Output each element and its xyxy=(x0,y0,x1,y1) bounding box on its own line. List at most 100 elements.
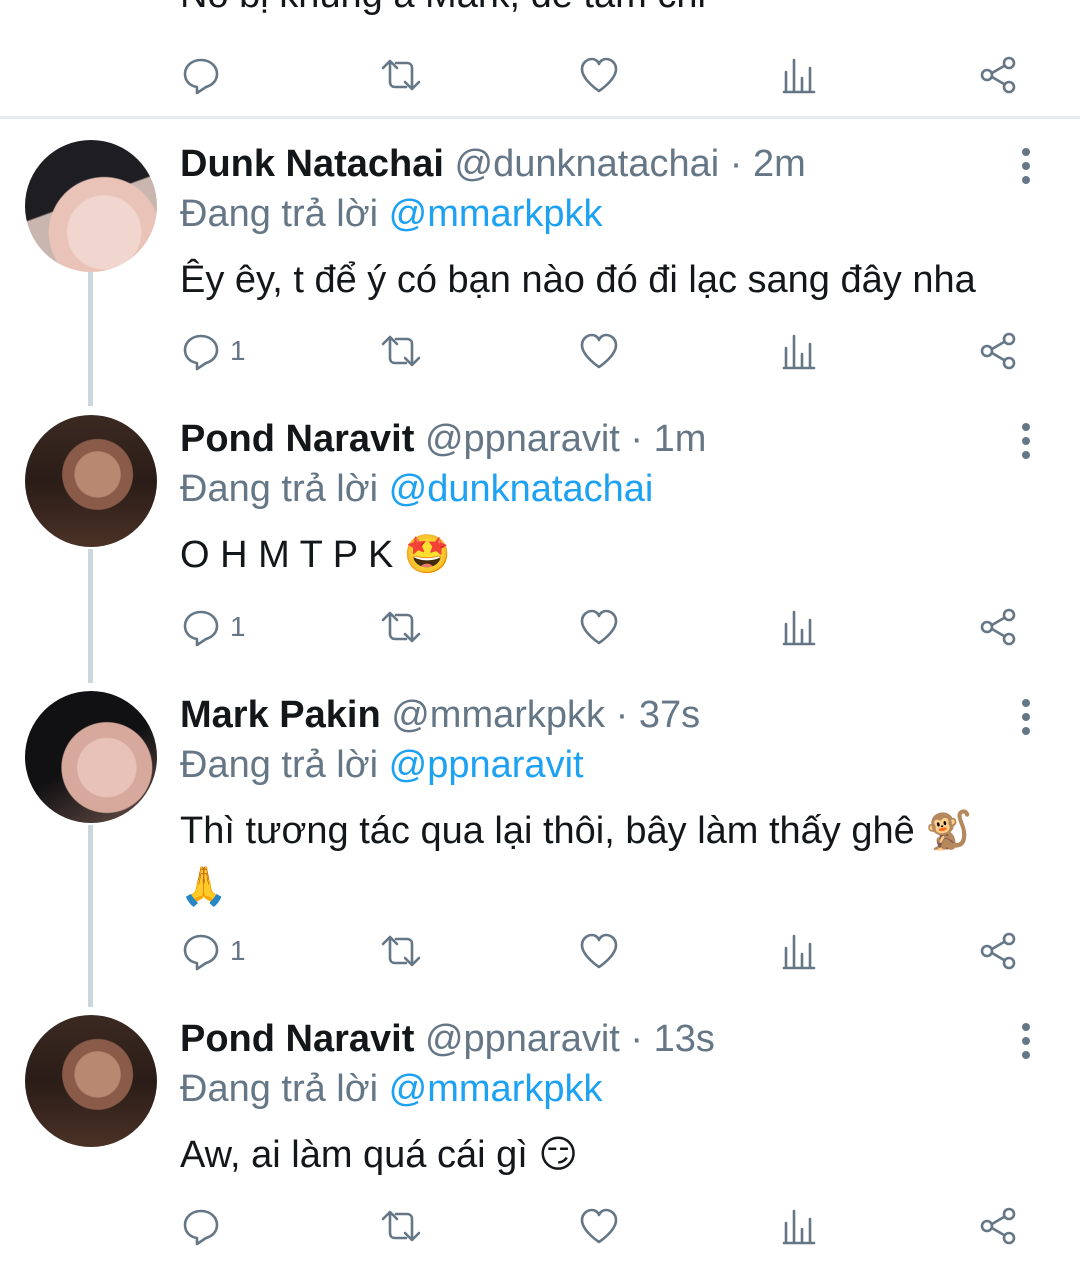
reply-to-handle[interactable]: @dunknatachai xyxy=(389,468,654,510)
like-button[interactable] xyxy=(578,597,620,657)
avatar[interactable] xyxy=(25,415,157,547)
like-icon xyxy=(580,933,618,969)
like-button[interactable] xyxy=(578,921,620,981)
handle[interactable]: @ppnaravit xyxy=(425,1018,620,1060)
reply-button[interactable] xyxy=(180,1196,222,1256)
like-icon xyxy=(580,1208,618,1244)
avatar[interactable] xyxy=(25,140,157,272)
tweet-actions: 1 xyxy=(0,321,1080,381)
previous-tweet-actions xyxy=(0,45,1080,105)
stats-button[interactable] xyxy=(778,1196,820,1256)
like-icon xyxy=(580,609,618,645)
reply-count: 1 xyxy=(230,935,246,966)
reply-label: Đang trả lời xyxy=(180,1068,379,1110)
reply-label: Đang trả lời xyxy=(180,193,379,235)
retweet-icon xyxy=(381,335,421,367)
avatar[interactable] xyxy=(25,691,157,823)
more-options-button[interactable] xyxy=(1015,148,1037,184)
share-button[interactable] xyxy=(977,45,1019,105)
reply-count: 1 xyxy=(230,611,246,642)
more-options-button[interactable] xyxy=(1015,423,1037,459)
tweet-header: Dunk Natachai @dunknatachai · 2m xyxy=(180,140,806,188)
reply-button[interactable] xyxy=(180,45,222,105)
tweet-actions: 1 xyxy=(0,597,1080,657)
more-icon xyxy=(1022,699,1030,707)
tweet-text: Thì tương tác qua lại thôi, bây làm thấy… xyxy=(180,810,973,908)
retweet-icon xyxy=(381,611,421,643)
retweet-button[interactable] xyxy=(380,45,422,105)
more-options-button[interactable] xyxy=(1015,699,1037,735)
stats-button[interactable] xyxy=(778,321,820,381)
share-icon xyxy=(980,332,1016,370)
previous-tweet-text: Nó bị khùng á Mark, để tâm chi xyxy=(180,0,706,17)
separator: · xyxy=(729,143,743,185)
share-icon xyxy=(980,1207,1016,1245)
timestamp[interactable]: 1m xyxy=(654,418,707,460)
like-icon xyxy=(580,333,618,369)
reply-button[interactable]: 1 xyxy=(180,921,246,981)
separator: · xyxy=(630,1018,644,1060)
share-icon xyxy=(980,932,1016,970)
reply-label: Đang trả lời xyxy=(180,744,379,786)
share-button[interactable] xyxy=(977,921,1019,981)
retweet-icon xyxy=(381,1210,421,1242)
display-name[interactable]: Pond Naravit xyxy=(180,418,414,460)
divider xyxy=(0,116,1080,119)
reply-icon xyxy=(183,934,219,971)
share-icon xyxy=(980,608,1016,646)
reply-context: Đang trả lời @dunknatachai xyxy=(180,465,653,513)
retweet-button[interactable] xyxy=(380,597,422,657)
tweet-header: Pond Naravit @ppnaravit · 1m xyxy=(180,415,706,463)
reply-to-handle[interactable]: @mmarkpkk xyxy=(389,193,603,235)
handle[interactable]: @dunknatachai xyxy=(455,143,720,185)
reply-label: Đang trả lời xyxy=(180,468,379,510)
like-button[interactable] xyxy=(578,1196,620,1256)
tweet-text: O H M T P K 🤩 xyxy=(180,534,452,576)
retweet-icon xyxy=(381,59,421,91)
tweet-header: Mark Pakin @mmarkpkk · 37s xyxy=(180,691,700,739)
stats-icon xyxy=(782,334,816,370)
reply-icon xyxy=(183,610,219,647)
share-button[interactable] xyxy=(977,1196,1019,1256)
separator: · xyxy=(630,418,644,460)
retweet-button[interactable] xyxy=(380,921,422,981)
tweet-actions xyxy=(0,1196,1080,1256)
stats-icon xyxy=(782,58,816,94)
share-button[interactable] xyxy=(977,597,1019,657)
reply-context: Đang trả lời @mmarkpkk xyxy=(180,1065,602,1113)
reply-context: Đang trả lời @ppnaravit xyxy=(180,741,584,789)
reply-context: Đang trả lời @mmarkpkk xyxy=(180,190,602,238)
handle[interactable]: @ppnaravit xyxy=(425,418,620,460)
timestamp[interactable]: 13s xyxy=(654,1018,715,1060)
reply-to-handle[interactable]: @mmarkpkk xyxy=(389,1068,603,1110)
reply-icon xyxy=(183,1209,219,1246)
share-button[interactable] xyxy=(977,321,1019,381)
tweet-header: Pond Naravit @ppnaravit · 13s xyxy=(180,1015,715,1063)
like-button[interactable] xyxy=(578,45,620,105)
like-icon xyxy=(580,57,618,93)
more-options-button[interactable] xyxy=(1015,1023,1037,1059)
reply-button[interactable]: 1 xyxy=(180,321,246,381)
avatar[interactable] xyxy=(25,1015,157,1147)
handle[interactable]: @mmarkpkk xyxy=(391,694,605,736)
display-name[interactable]: Dunk Natachai xyxy=(180,143,444,185)
reply-icon xyxy=(183,334,219,371)
timestamp[interactable]: 37s xyxy=(639,694,700,736)
reply-to-handle[interactable]: @ppnaravit xyxy=(389,744,584,786)
display-name[interactable]: Pond Naravit xyxy=(180,1018,414,1060)
retweet-button[interactable] xyxy=(380,1196,422,1256)
more-icon xyxy=(1022,423,1030,431)
retweet-button[interactable] xyxy=(380,321,422,381)
reply-button[interactable]: 1 xyxy=(180,597,246,657)
reply-icon xyxy=(183,58,219,95)
stats-button[interactable] xyxy=(778,597,820,657)
stats-button[interactable] xyxy=(778,921,820,981)
stats-icon xyxy=(782,1209,816,1245)
stats-button[interactable] xyxy=(778,45,820,105)
more-icon xyxy=(1022,148,1030,156)
display-name[interactable]: Mark Pakin xyxy=(180,694,381,736)
stats-icon xyxy=(782,934,816,970)
like-button[interactable] xyxy=(578,321,620,381)
timestamp[interactable]: 2m xyxy=(753,143,806,185)
tweet-text: Êy êy, t để ý có bạn nào đó đi lạc sang … xyxy=(180,259,976,301)
